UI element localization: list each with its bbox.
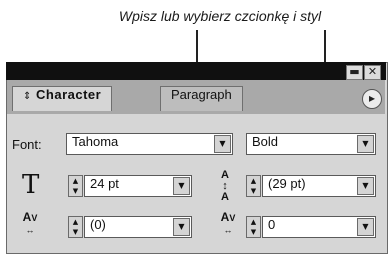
font-size-icon: T [22, 170, 40, 200]
tab-paragraph-label: Paragraph [171, 87, 232, 102]
tracking-icon: AV ↔ [220, 210, 236, 235]
font-family-field[interactable]: Tahoma [66, 133, 233, 155]
updown-arrows-icon: ⇕ [23, 91, 32, 102]
arrow-down-icon: ▼ [72, 228, 79, 236]
kerning-icon: AV ↔ [22, 210, 38, 235]
panel-title-bar[interactable] [6, 62, 386, 80]
kerning-stepper[interactable]: ▲ ▼ [68, 216, 83, 238]
arrow-up-icon: ▲ [250, 177, 257, 185]
chevron-down-icon: ▼ [362, 139, 369, 148]
kerning-dropdown-button[interactable]: ▼ [173, 218, 190, 236]
leading-dropdown-button[interactable]: ▼ [357, 177, 374, 195]
font-style-value: Bold [252, 134, 279, 149]
size-value: 24 pt [90, 176, 119, 191]
tab-character[interactable]: ⇕ Character [12, 86, 113, 111]
arrow-down-icon: ▼ [250, 187, 257, 195]
chevron-down-icon: ▼ [219, 139, 226, 148]
minimize-button[interactable]: ▬ [346, 65, 363, 80]
font-label: Font: [12, 137, 42, 152]
chevron-down-icon: ▼ [178, 181, 185, 190]
arrow-up-icon: ▲ [250, 218, 257, 226]
close-button[interactable]: ✕ [364, 65, 381, 80]
tracking-stepper[interactable]: ▲ ▼ [246, 216, 261, 238]
arrow-up-icon: ▲ [72, 177, 79, 185]
arrow-down-icon: ▼ [250, 228, 257, 236]
tracking-value: 0 [268, 217, 276, 232]
arrow-down-icon: ▼ [72, 187, 79, 195]
size-stepper[interactable]: ▲ ▼ [68, 175, 83, 197]
font-family-dropdown-button[interactable]: ▼ [214, 135, 231, 153]
annotation-caption: Wpisz lub wybierz czcionkę i styl [118, 8, 322, 24]
font-style-dropdown-button[interactable]: ▼ [357, 135, 374, 153]
chevron-down-icon: ▼ [362, 181, 369, 190]
leading-value: (29 pt) [268, 176, 306, 191]
tab-character-label: Character [36, 87, 102, 102]
leading-stepper[interactable]: ▲ ▼ [246, 175, 261, 197]
arrow-up-icon: ▲ [72, 218, 79, 226]
tracking-dropdown-button[interactable]: ▼ [357, 218, 374, 236]
chevron-down-icon: ▼ [178, 222, 185, 231]
tab-paragraph[interactable]: Paragraph [160, 86, 243, 111]
size-dropdown-button[interactable]: ▼ [173, 177, 190, 195]
chevron-down-icon: ▼ [362, 222, 369, 231]
font-family-value: Tahoma [72, 134, 119, 149]
panel-menu-button[interactable]: ▸ [362, 89, 382, 109]
leading-icon: A ↕ A [221, 169, 229, 203]
kerning-value: (0) [90, 217, 106, 232]
